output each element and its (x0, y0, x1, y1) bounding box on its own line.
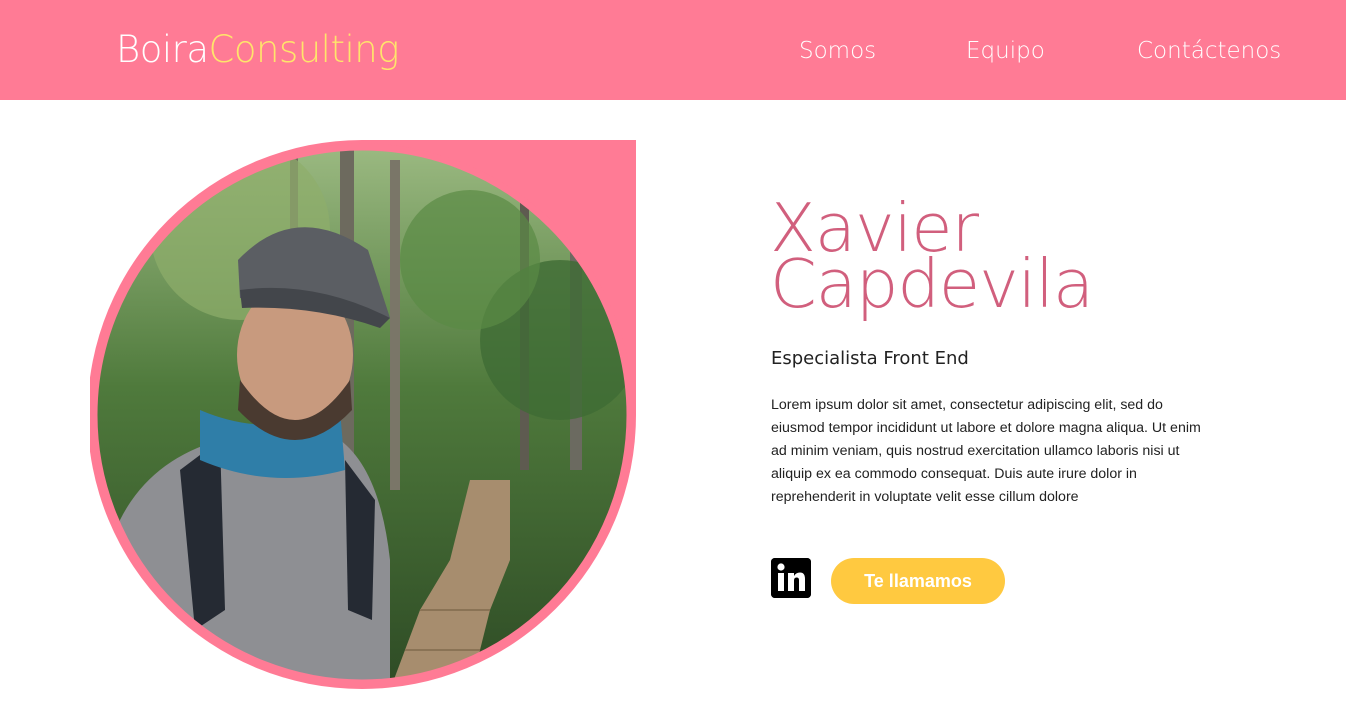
bio-paragraph: Lorem ipsum dolor sit amet, consectetur … (771, 397, 1201, 505)
call-me-button[interactable]: Te llamamos (831, 558, 1005, 604)
logo-text-boira: Boira (116, 28, 209, 71)
top-navbar: BoiraConsulting Somos Equipo Contáctenos (0, 0, 1346, 100)
job-title: Especialista Front End (771, 348, 969, 369)
brand-logo[interactable]: BoiraConsulting (116, 28, 399, 72)
linkedin-icon (771, 558, 811, 598)
last-name: Capdevila (770, 245, 1094, 323)
linkedin-link[interactable] (771, 558, 811, 598)
nav-link-contactenos[interactable]: Contáctenos (1137, 36, 1281, 66)
nav-link-somos[interactable]: Somos (799, 36, 876, 66)
logo-text-consulting: Consulting (208, 28, 400, 71)
nav-link-equipo[interactable]: Equipo (966, 36, 1045, 66)
profile-photo (90, 140, 636, 689)
person-name: Xavier Capdevila (770, 195, 1094, 323)
